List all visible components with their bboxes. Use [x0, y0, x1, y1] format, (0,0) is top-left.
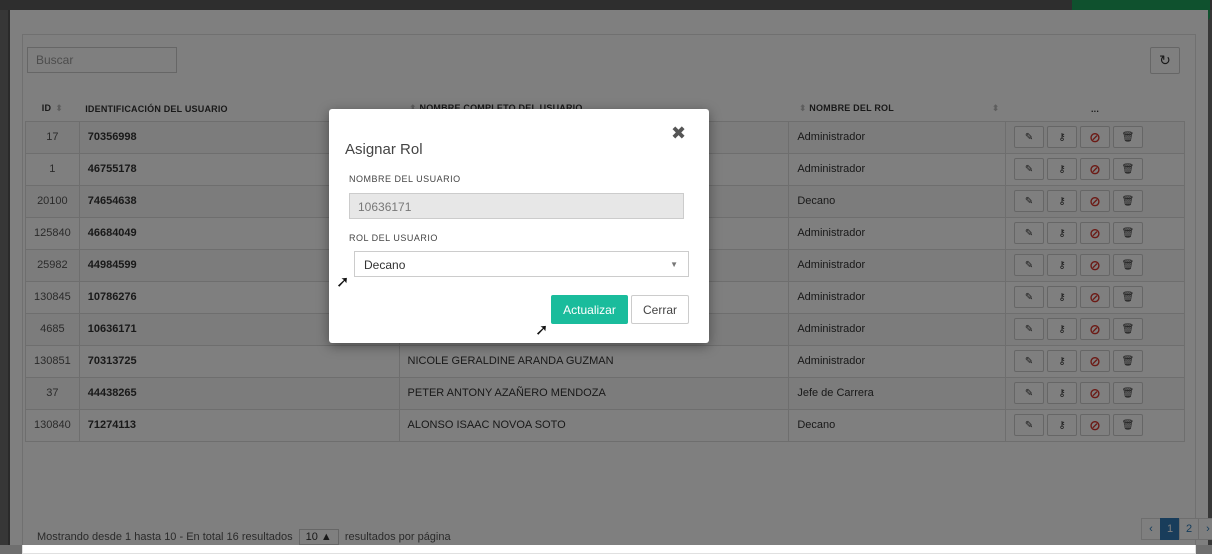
user-role-label: ROL DEL USUARIO: [349, 233, 438, 243]
user-role-select[interactable]: Decano ▼: [354, 251, 689, 277]
user-name-label: NOMBRE DEL USUARIO: [349, 174, 461, 184]
assign-role-modal: Asignar Rol ✖ NOMBRE DEL USUARIO 1063617…: [329, 109, 709, 343]
close-button[interactable]: Cerrar: [631, 295, 689, 324]
selected-role: Decano: [364, 258, 406, 272]
chevron-down-icon: ▼: [670, 260, 678, 269]
user-name-field[interactable]: 10636171: [349, 193, 684, 219]
close-icon[interactable]: ✖: [671, 123, 686, 144]
update-button[interactable]: Actualizar: [551, 295, 628, 324]
mouse-cursor-icon: ➚: [535, 322, 549, 339]
modal-title: Asignar Rol: [345, 141, 423, 158]
mouse-cursor-icon: ➚: [336, 274, 350, 291]
